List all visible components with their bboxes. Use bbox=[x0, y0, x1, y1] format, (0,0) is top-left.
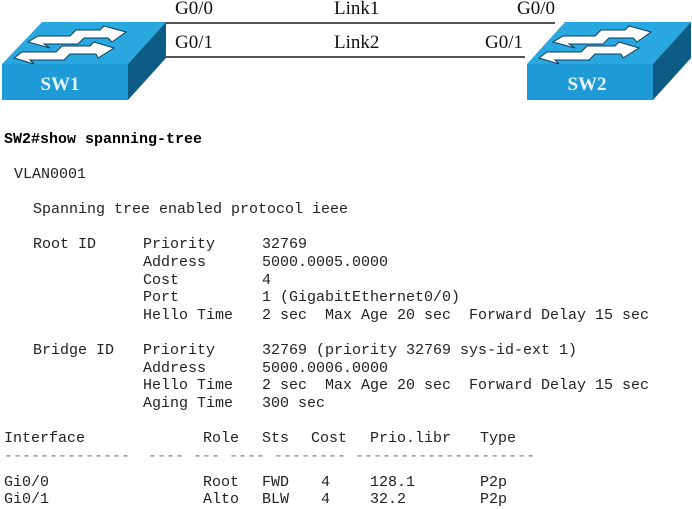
cli-command: SW2#show spanning-tree bbox=[4, 131, 203, 148]
root-hello-key: Hello Time bbox=[143, 307, 234, 324]
link2-line bbox=[165, 56, 525, 58]
protocol-line: Spanning tree enabled protocol ieee bbox=[33, 201, 349, 218]
switch-sw2: SW2 bbox=[527, 22, 691, 100]
root-address-value: 5000.0005.0000 bbox=[262, 254, 389, 271]
root-port-value: 1 (GigabitEthernet0/0) bbox=[262, 289, 461, 306]
row-interface: Gi0/0 bbox=[4, 474, 50, 491]
switch-sw1: SW1 bbox=[2, 22, 166, 100]
sw2-label: SW2 bbox=[567, 74, 606, 95]
sw1-label: SW1 bbox=[40, 74, 79, 95]
link2-sw2-port: G0/1 bbox=[485, 32, 523, 53]
root-port-key: Port bbox=[143, 289, 180, 306]
bridge-aging-key: Aging Time bbox=[143, 395, 234, 412]
table-separator: -------------- ---- --- ---- -------- --… bbox=[4, 448, 536, 465]
row-type: P2p bbox=[480, 474, 508, 491]
root-address-key: Address bbox=[143, 254, 207, 271]
link1-label: Link1 bbox=[334, 0, 380, 19]
row-role: Root bbox=[203, 474, 240, 491]
bridge-hello-value: 2 sec Max Age 20 sec Forward Delay 15 se… bbox=[262, 377, 650, 394]
row-sts: FWD bbox=[262, 474, 290, 491]
header-sts: Sts bbox=[262, 430, 290, 447]
row-sts: BLW bbox=[262, 491, 290, 508]
link2-sw1-port: G0/1 bbox=[175, 32, 213, 53]
bridge-priority-key: Priority bbox=[143, 342, 216, 359]
bridge-aging-value: 300 sec bbox=[262, 395, 326, 412]
root-hello-value: 2 sec Max Age 20 sec Forward Delay 15 se… bbox=[262, 307, 650, 324]
header-role: Role bbox=[203, 430, 240, 447]
row-interface: Gi0/1 bbox=[4, 491, 50, 508]
row-cost: 4 bbox=[321, 474, 331, 491]
bridge-address-key: Address bbox=[143, 360, 207, 377]
header-interface: Interface bbox=[4, 430, 86, 447]
link1-line bbox=[165, 22, 555, 24]
row-role: Alto bbox=[203, 491, 240, 508]
row-cost: 4 bbox=[321, 491, 331, 508]
root-cost-value: 4 bbox=[262, 272, 272, 289]
row-prio: 128.1 bbox=[370, 474, 416, 491]
root-priority-key: Priority bbox=[143, 236, 216, 253]
link1-sw2-port: G0/0 bbox=[517, 0, 555, 19]
bridge-hello-key: Hello Time bbox=[143, 377, 234, 394]
vlan-id: VLAN0001 bbox=[14, 166, 87, 183]
header-cost: Cost bbox=[311, 430, 348, 447]
link2-label: Link2 bbox=[334, 32, 380, 53]
link1-sw1-port: G0/0 bbox=[175, 0, 213, 19]
row-type: P2p bbox=[480, 491, 508, 508]
root-cost-key: Cost bbox=[143, 272, 180, 289]
bridge-priority-value: 32769 (priority 32769 sys-id-ext 1) bbox=[262, 342, 578, 359]
root-id-label: Root ID bbox=[33, 236, 97, 253]
bridge-id-label: Bridge ID bbox=[33, 342, 115, 359]
header-prio: Prio.libr bbox=[370, 430, 452, 447]
row-prio: 32.2 bbox=[370, 491, 407, 508]
bridge-address-value: 5000.0006.0000 bbox=[262, 360, 389, 377]
header-type: Type bbox=[480, 430, 517, 447]
root-priority-value: 32769 bbox=[262, 236, 308, 253]
